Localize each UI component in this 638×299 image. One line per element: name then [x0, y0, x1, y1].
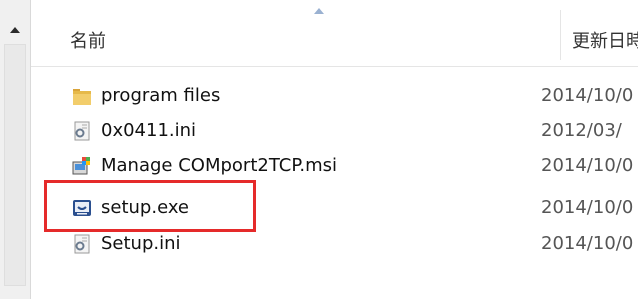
file-row[interactable]: Setup.ini 2014/10/0 — [31, 228, 638, 260]
file-row[interactable]: program files 2014/10/0 — [31, 80, 638, 112]
file-name: Setup.ini — [101, 233, 181, 254]
msi-installer-icon — [72, 156, 92, 176]
file-date: 2012/03/ — [541, 120, 622, 141]
scroll-track[interactable] — [4, 44, 26, 286]
file-name: program files — [101, 85, 221, 106]
file-date: 2014/10/0 — [541, 85, 634, 106]
column-header-name[interactable]: 名前 — [70, 27, 106, 53]
ini-settings-icon — [72, 234, 92, 254]
column-header-date-modified[interactable]: 更新日時 — [572, 27, 638, 53]
file-explorer-view: 名前 更新日時 program files 2014/10/0 0x0411.i… — [0, 0, 638, 299]
column-header-row: 名前 更新日時 — [31, 0, 638, 67]
ini-settings-icon — [72, 121, 92, 141]
file-name: 0x0411.ini — [101, 120, 197, 141]
file-date: 2014/10/0 — [541, 155, 634, 176]
highlight-box — [44, 180, 256, 232]
sort-ascending-icon — [314, 8, 324, 14]
column-divider[interactable] — [560, 10, 561, 60]
file-name: Manage COMport2TCP.msi — [101, 155, 338, 176]
folder-icon — [72, 86, 92, 106]
file-row[interactable]: 0x0411.ini 2012/03/ — [31, 115, 638, 147]
file-date: 2014/10/0 — [541, 197, 634, 218]
file-row[interactable]: Manage COMport2TCP.msi 2014/10/0 — [31, 150, 638, 182]
scroll-up-arrow-icon[interactable] — [10, 27, 20, 33]
file-date: 2014/10/0 — [541, 233, 634, 254]
vertical-scrollbar[interactable] — [0, 0, 31, 299]
